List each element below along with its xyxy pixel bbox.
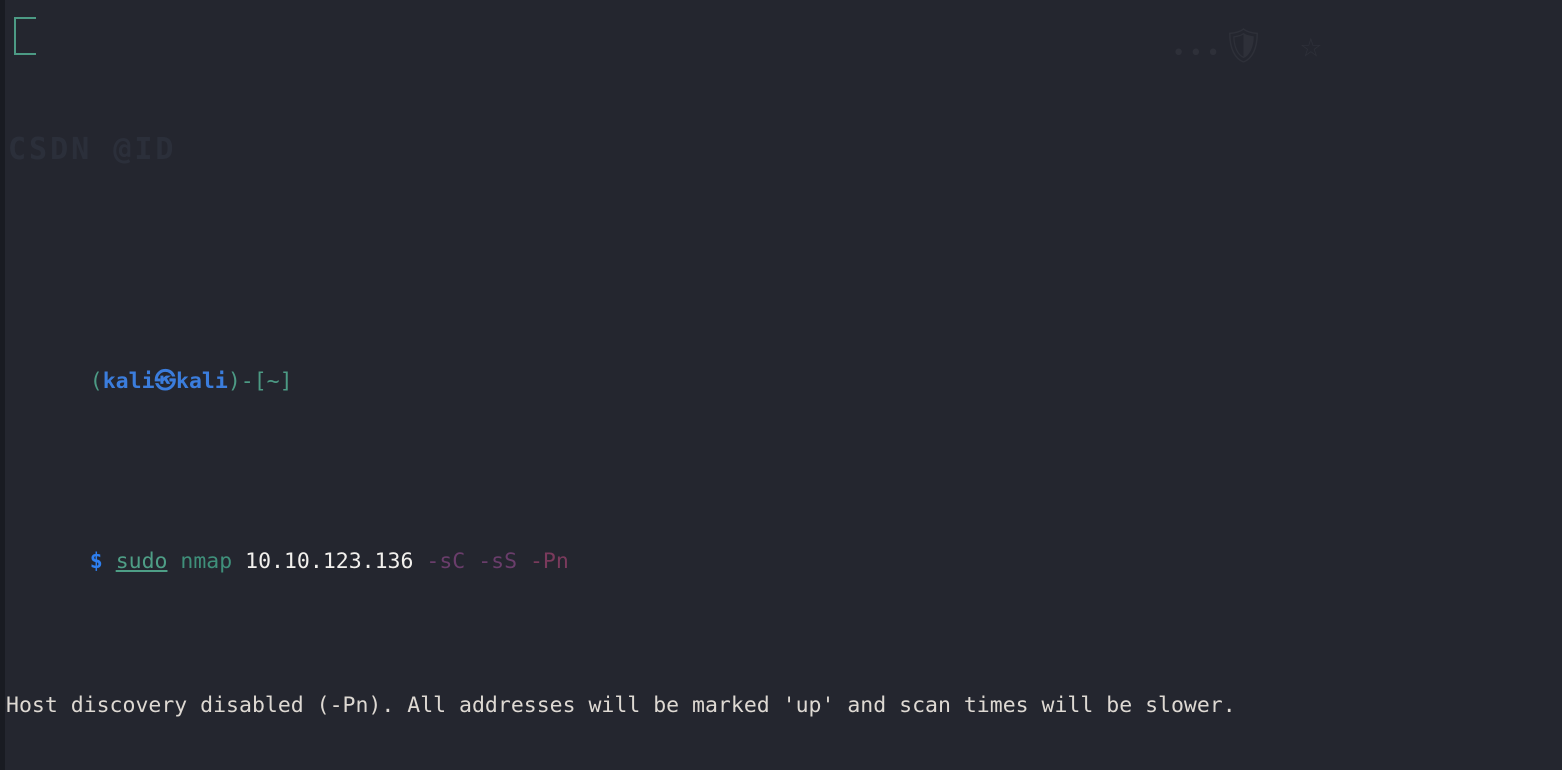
prompt-box-vert — [14, 17, 16, 55]
prompt-bracket-open: [ — [254, 369, 267, 394]
prompt-bracket-close: ] — [280, 369, 293, 394]
prompt-host: kali — [176, 369, 228, 394]
terminal-output-pane[interactable]: (kali㉿kali)-[~] $ sudo nmap 10.10.123.13… — [0, 0, 1562, 770]
command-flag-pn: -Pn — [530, 549, 569, 574]
command-line[interactable]: $ sudo nmap 10.10.123.136 -sC -sS -Pn — [6, 508, 1562, 544]
prompt-at-icon: ㉿ — [155, 369, 177, 394]
output-host-discovery: Host discovery disabled (-Pn). All addre… — [6, 688, 1562, 724]
prompt-dollar-sign: $ — [90, 549, 103, 574]
window-left-edge — [0, 0, 5, 770]
prompt-close-paren: ) — [228, 369, 241, 394]
command-flag-ss: -sS — [478, 549, 517, 574]
prompt-dash: - — [241, 369, 254, 394]
prompt-box-bottom — [14, 53, 36, 55]
command-flag-sc: -sC — [426, 549, 465, 574]
prompt-box-top — [14, 17, 36, 19]
command-program: nmap — [180, 549, 232, 574]
prompt-line: (kali㉿kali)-[~] — [6, 328, 1562, 364]
prompt-cwd: ~ — [267, 369, 280, 394]
prompt-user: kali — [103, 369, 155, 394]
prompt-open-paren: ( — [90, 369, 103, 394]
command-target-ip: 10.10.123.136 — [245, 549, 413, 574]
command-sudo: sudo — [116, 549, 168, 574]
